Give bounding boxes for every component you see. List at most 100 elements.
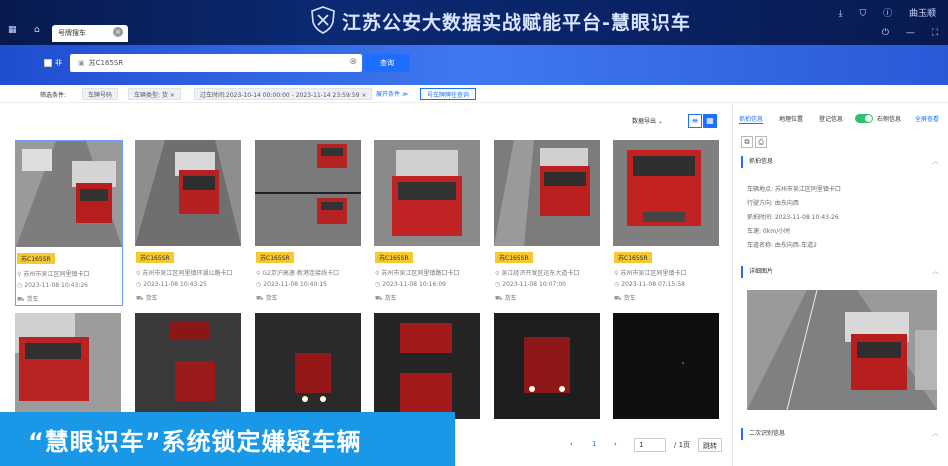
truck-icon: ⛟ xyxy=(17,296,25,303)
result-card[interactable]: 苏C165SR ⚲ 苏州市吴江区同里镇卡口 ◷ 2023-11-08 07:15:5… xyxy=(613,140,721,306)
vehicle-photo[interactable] xyxy=(15,313,121,419)
goto-button[interactable]: 跳转 xyxy=(698,438,722,452)
copy-icon[interactable]: ⧉ xyxy=(741,136,753,148)
card-location: 苏州市吴江区同里镇卡口 xyxy=(620,270,687,277)
home-icon[interactable]: ⌂ xyxy=(34,25,40,35)
truck-icon: ⛟ xyxy=(375,295,383,302)
capture-info-header[interactable]: 抓拍信息 ︿ xyxy=(741,156,941,168)
vehicle-photo[interactable] xyxy=(135,313,241,419)
right-info-toggle[interactable] xyxy=(855,114,873,123)
news-caption: “慧眼识车”系统锁定嫌疑车辆 xyxy=(0,412,455,466)
page-input[interactable]: 1 xyxy=(634,438,666,452)
card-type: 货车 xyxy=(504,295,517,302)
user-name[interactable]: 曲玉顺 xyxy=(909,9,936,19)
card-location: 苏州市吴江区同里镇环湖公路卡口 xyxy=(142,270,233,277)
expand-filters-link[interactable]: 展开条件 ≫ xyxy=(376,89,408,98)
info-time: 抓拍时间: 2023-11-08 10:43:26 xyxy=(747,214,839,221)
header-toolbar-secondary: ⏻ — ⛶ xyxy=(868,28,938,38)
clock-icon: ◷ xyxy=(375,281,381,288)
result-card[interactable]: 苏C165SR ⚲ 苏州市吴江区同里镇卡口 ◷ 2023-11-08 10:43:2… xyxy=(15,140,123,306)
filter-tag-time-range[interactable]: 过车时间:2023-10-14 00:00:00 - 2023-11-14 23… xyxy=(194,88,373,100)
expand-icon[interactable]: ⛶ xyxy=(932,28,938,38)
shield-icon[interactable]: ⛉ xyxy=(859,9,866,19)
plate-badge: 苏C165SR xyxy=(136,252,174,263)
grid-view-icon[interactable]: ▦ xyxy=(703,114,717,128)
info-speed: 车速: 0km/小时 xyxy=(747,228,791,235)
chevron-up-icon: ︿ xyxy=(932,267,939,275)
filter-tag-vehicle-type[interactable]: 车辆类型: 货 × xyxy=(128,88,181,100)
card-location: 苏州市吴江区同里镇路口卡口 xyxy=(381,270,460,277)
power-icon[interactable]: ⏻ xyxy=(882,28,889,38)
exclude-checkbox-label: 非 xyxy=(55,59,62,67)
result-card[interactable]: 苏C165SR ⚲ 吴江经济开发区运东大道卡口 ◷ 2023-11-08 10:07… xyxy=(494,140,602,306)
search-value: 苏C165SR xyxy=(88,59,124,67)
plate-icon: ▣ xyxy=(78,59,85,67)
filter-tag-plate[interactable]: 车牌号码 xyxy=(82,88,119,100)
truck-icon: ⛟ xyxy=(614,295,622,302)
vehicle-photo[interactable] xyxy=(613,313,719,419)
detail-vehicle-photo[interactable] xyxy=(747,290,937,410)
section-title: 抓拍信息 xyxy=(749,158,774,165)
result-card[interactable]: 苏C165SR ⚲ 苏州市吴江区同里镇路口卡口 ◷ 2023-11-08 10:16… xyxy=(374,140,482,306)
list-view-icon[interactable]: ≡ xyxy=(688,114,702,128)
card-time: 2023-11-08 10:07:00 xyxy=(502,281,566,288)
plate-badge: 苏C165SR xyxy=(614,252,652,263)
info-icon[interactable]: ⓘ xyxy=(883,9,892,19)
clock-icon: ◷ xyxy=(614,281,620,288)
clock-icon: ◷ xyxy=(136,281,142,288)
vehicle-photo xyxy=(255,140,361,246)
download-icon[interactable]: ⤓ xyxy=(839,9,843,19)
location-icon: ⚲ xyxy=(614,270,619,277)
clock-icon: ◷ xyxy=(17,282,23,289)
result-card[interactable]: 苏C165SR ⚲ G2京沪高速-新港连接线卡口 ◷ 2023-11-08 10:4… xyxy=(255,140,363,306)
tab-plate-search[interactable]: 号牌搜车 × xyxy=(52,25,128,42)
plate-badge: 苏C165SR xyxy=(256,252,294,263)
chevron-up-icon: ︿ xyxy=(932,157,939,165)
plate-search-input[interactable]: ▣ 苏C165SR ⊗ xyxy=(70,54,362,72)
prev-page-icon[interactable]: ‹ xyxy=(570,440,573,448)
result-card[interactable]: 苏C165SR ⚲ 苏州市吴江区同里镇环湖公路卡口 ◷ 2023-11-08 10:… xyxy=(135,140,243,306)
card-location: G2京沪高速-新港连接线卡口 xyxy=(262,270,340,277)
location-icon: ⚲ xyxy=(136,270,141,277)
plate-badge: 苏C165SR xyxy=(17,253,55,264)
query-button[interactable]: 查询 xyxy=(364,54,410,72)
tab-location[interactable]: 地理位置 xyxy=(779,114,803,123)
filter-label: 筛选条件: xyxy=(40,92,67,99)
right-info-label: 右侧信息 xyxy=(877,116,902,123)
location-icon: ⚲ xyxy=(17,271,22,278)
vehicle-photo xyxy=(613,140,719,246)
tab-registration[interactable]: 登记信息 xyxy=(819,114,843,123)
fullscreen-link[interactable]: 全屏查看 xyxy=(915,114,939,123)
minimize-icon[interactable]: — xyxy=(906,28,915,38)
header-toolbar: ⤓ ⛉ ⓘ 曲玉顺 xyxy=(825,6,936,19)
exclude-checkbox[interactable] xyxy=(44,59,52,67)
detail-image-header[interactable]: 详细图片 ︿ xyxy=(741,266,941,278)
card-time: 2023-11-08 10:43:26 xyxy=(24,282,88,289)
filter-row: 筛选条件: 车牌号码 车辆类型: 货 × 过车时间:2023-10-14 00:… xyxy=(0,85,948,103)
location-icon: ⚲ xyxy=(375,270,380,277)
card-type: 货车 xyxy=(26,296,39,303)
card-location: 吴江经济开发区运东大道卡口 xyxy=(501,270,580,277)
vehicle-photo[interactable] xyxy=(374,313,480,419)
apps-grid-icon[interactable]: ▦ xyxy=(8,25,17,35)
vehicle-photo[interactable] xyxy=(494,313,600,419)
next-page-icon[interactable]: › xyxy=(614,440,617,448)
section-title: 详细图片 xyxy=(749,268,774,275)
tab-capture-info[interactable]: 抓拍信息 xyxy=(739,114,764,124)
plate-query-button[interactable]: 号车牌牌往查询 xyxy=(420,88,477,100)
top-header: ▦ ⌂ 号牌搜车 × 江苏公安大数据实战赋能平台-慧眼识车 ⤓ ⛉ ⓘ 曲玉顺 … xyxy=(0,0,948,45)
page-number[interactable]: 1 xyxy=(592,440,596,448)
clock-icon: ◷ xyxy=(256,281,262,288)
secondary-recognition-header[interactable]: 二次识别信息 ︿ xyxy=(741,428,941,440)
vehicle-photo xyxy=(494,140,600,246)
plate-badge: 苏C165SR xyxy=(495,252,533,263)
vehicle-photo[interactable] xyxy=(255,313,361,419)
print-icon[interactable]: ⎙ xyxy=(755,136,767,148)
card-type: 货车 xyxy=(384,295,397,302)
truck-icon: ⛟ xyxy=(136,295,144,302)
close-icon[interactable]: × xyxy=(113,27,123,37)
info-direction: 行驶方向: 由东向西 xyxy=(747,200,799,207)
clear-icon[interactable]: ⊗ xyxy=(349,57,357,67)
data-export-dropdown[interactable]: 数据导出 ⌄ xyxy=(632,116,663,125)
chevron-up-icon: ︿ xyxy=(932,429,939,437)
